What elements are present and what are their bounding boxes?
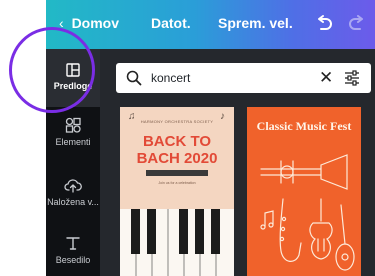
template-title-line: BACK TO [142, 133, 212, 150]
template-title-line: BACH 2020 [136, 150, 218, 167]
text-icon [66, 237, 80, 250]
instruments-illustration [260, 154, 355, 271]
search-icon [126, 70, 142, 86]
sidebar: Predloge Elementi Naložena v... Besedilo [46, 49, 100, 276]
top-bar: ‹ Domov Datot. Sprem. vel. [46, 0, 375, 49]
clear-search-icon[interactable]: ✕ [319, 68, 333, 88]
chevron-left-icon: ‹ [59, 15, 64, 31]
sidebar-item-label: Elementi [55, 137, 91, 147]
cloud-upload-icon [64, 179, 82, 193]
template-title: Classic Music Fest [256, 119, 352, 133]
sidebar-item-label: Besedilo [55, 255, 91, 265]
sidebar-item-text[interactable]: Besedilo [46, 235, 100, 265]
file-menu-button[interactable]: Datot. [151, 15, 191, 31]
page-left-margin [0, 0, 46, 276]
template-title: BACK TO BACH 2020 [120, 133, 234, 167]
template-card-classic-music-fest[interactable]: Classic Music Fest [247, 107, 361, 276]
search-input[interactable]: koncert [151, 71, 190, 85]
search-bar[interactable]: koncert ✕ [116, 63, 371, 93]
home-back-button[interactable]: ‹ Domov [59, 15, 119, 31]
home-back-label: Domov [71, 15, 120, 31]
template-small-text: HARMONY ORCHESTRA SOCIETY [140, 119, 214, 124]
sidebar-item-label: Naložena v... [47, 197, 99, 207]
filter-icon[interactable] [344, 70, 360, 86]
templates-icon [66, 63, 80, 77]
elements-icon [65, 117, 81, 133]
piano-keys-illustration [120, 209, 234, 276]
template-banner-bar [146, 170, 208, 176]
redo-icon[interactable] [347, 13, 367, 33]
sidebar-item-label: Predloge [53, 81, 93, 91]
sidebar-item-elements[interactable]: Elementi [46, 117, 100, 147]
sidebar-item-uploads[interactable]: Naložena v... [46, 177, 100, 207]
sidebar-item-templates[interactable]: Predloge [46, 49, 100, 107]
template-card-back-to-bach[interactable]: ♫ ♪ HARMONY ORCHESTRA SOCIETY BACK TO BA… [120, 107, 234, 276]
templates-panel: koncert ✕ ♫ ♪ HARMONY ORCHESTRA SOCIETY … [100, 49, 375, 276]
template-sub-text: Join us for a celebration [158, 181, 196, 185]
undo-icon[interactable] [314, 13, 334, 33]
resize-button[interactable]: Sprem. vel. [218, 15, 293, 31]
